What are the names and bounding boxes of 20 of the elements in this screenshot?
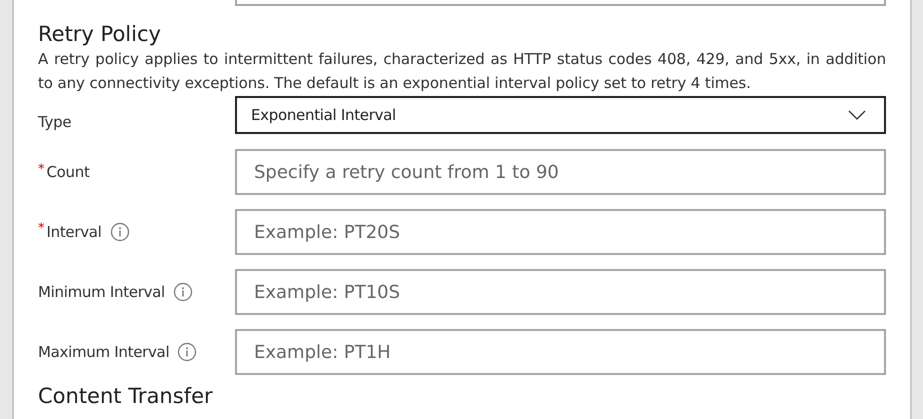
field-label: Count xyxy=(46,163,90,181)
info-icon[interactable] xyxy=(177,342,198,362)
input-field[interactable]: Example: PT1H xyxy=(235,329,886,375)
input-field[interactable] xyxy=(235,0,886,6)
input-field[interactable]: Example: PT20S xyxy=(235,209,886,255)
section-heading: Retry Policy xyxy=(38,21,162,47)
field-label: Interval xyxy=(46,223,102,241)
input-field[interactable]: Example: PT10S xyxy=(235,269,886,315)
required-asterisk: * xyxy=(38,163,44,177)
chevron-down-icon xyxy=(848,110,866,120)
section-heading: Content Transfer xyxy=(38,383,214,409)
field-label: Minimum Interval xyxy=(38,283,165,301)
section-description: A retry policy applies to intermittent failures, characterized as HTTP status codes 408, 429, and 5xx, in addition to any connectivity exceptions. The default is an exponential interval policy set to retry 4 times. xyxy=(38,49,886,94)
input-field[interactable]: Specify a retry count from 1 to 90 xyxy=(235,149,886,195)
field-label: Type xyxy=(38,113,72,131)
type-dropdown[interactable]: Exponential Interval xyxy=(235,96,886,134)
required-asterisk: * xyxy=(38,222,44,236)
info-icon[interactable] xyxy=(172,282,193,302)
info-icon[interactable] xyxy=(110,222,130,242)
field-label: Maximum Interval xyxy=(38,343,170,361)
